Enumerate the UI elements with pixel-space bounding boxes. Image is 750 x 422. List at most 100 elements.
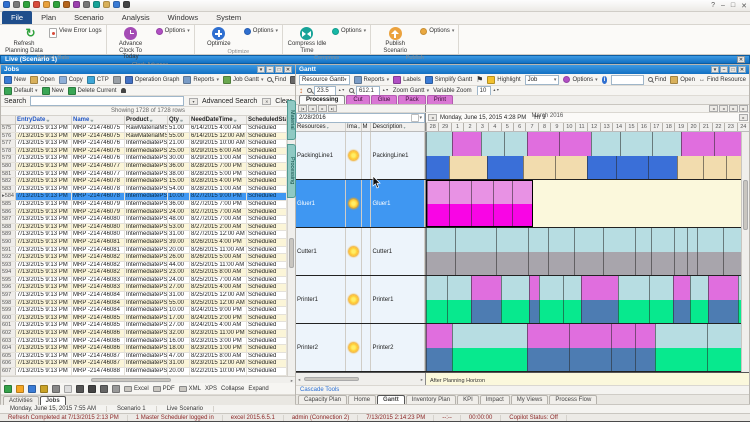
default-button[interactable]: Default ▾ xyxy=(4,86,38,95)
jobs-horizontal-scrollbar[interactable]: ◂ ▸ xyxy=(1,376,295,383)
info-icon[interactable]: i xyxy=(601,75,608,84)
table-row[interactable]: 591 7/13/2015 9:13 PM MRP -214746081 Interm… xyxy=(1,246,287,255)
table-row[interactable]: 578 7/13/2015 9:13 PM MRP -214746076 Interm… xyxy=(1,147,287,156)
gantt-bar-segment[interactable] xyxy=(452,324,527,348)
refresh-icon[interactable] xyxy=(53,1,60,8)
tab-jobs[interactable]: Jobs xyxy=(39,396,66,405)
bottom-tab-kpi[interactable]: KPI xyxy=(457,395,479,404)
table-row[interactable]: 602 7/13/2015 9:13 PM MRP -214746086 Interm… xyxy=(1,330,287,338)
gantt-bar-segment[interactable] xyxy=(426,228,455,252)
table-row[interactable]: 605 7/13/2015 9:13 PM MRP -214746087 Interm… xyxy=(1,352,287,361)
table-row[interactable]: 585 7/13/2015 9:13 PM MRP -214746079 Interm… xyxy=(1,200,287,209)
bottom-tab-capacity-plan[interactable]: Capacity Plan xyxy=(298,395,348,404)
dock-tab-material[interactable]: Material xyxy=(287,100,296,140)
first-page-icon[interactable]: |◂ xyxy=(298,105,307,112)
gantt-bar-segment[interactable] xyxy=(654,347,707,371)
clock-back-icon[interactable]: ◂ xyxy=(428,114,437,121)
gantt-bar-segment[interactable] xyxy=(573,251,603,275)
maximize-icon[interactable]: □ xyxy=(275,66,283,73)
table-row[interactable]: 599 7/13/2015 9:13 PM MRP -214746084 Interm… xyxy=(1,307,287,315)
gantt-tab-cut[interactable]: Cut xyxy=(346,95,370,104)
new-button[interactable]: New xyxy=(4,75,26,84)
calendar-icon[interactable] xyxy=(411,113,420,122)
publish-scenario-button[interactable]: Publish Scenario xyxy=(375,26,415,54)
table-row[interactable]: 604 7/13/2015 9:13 PM MRP -214746086 Interm… xyxy=(1,345,287,353)
table-row[interactable]: 594 7/13/2015 9:13 PM MRP -214746082 Interm… xyxy=(1,269,287,277)
scroll-far-right-icon[interactable]: ▸ xyxy=(739,105,748,112)
bottom-tab-process-flow[interactable]: Process Flow xyxy=(549,395,598,404)
chart-icon[interactable] xyxy=(113,1,120,8)
table-row[interactable]: ▸584 7/13/2015 9:13 PM MRP -214746078 Inter… xyxy=(1,193,287,201)
copy-button[interactable]: Copy xyxy=(58,75,83,84)
job-gantt-button[interactable]: Job Gantt ▾ xyxy=(222,75,263,84)
flag-icon[interactable]: ⚑ xyxy=(476,75,483,84)
resource-row-printer2[interactable]: Printer2 Printer2 xyxy=(296,324,749,372)
export-toolbar-icon[interactable] xyxy=(88,384,96,393)
table-row[interactable]: 596 7/13/2015 9:13 PM MRP -214746083 Interm… xyxy=(1,284,287,293)
gantt-bar-segment[interactable] xyxy=(426,276,447,300)
gantt-bar-segment[interactable] xyxy=(580,299,619,323)
table-row[interactable]: 580 7/13/2015 9:13 PM MRP -214746077 Interm… xyxy=(1,162,287,171)
options-button[interactable]: Options ▾ xyxy=(420,26,454,54)
bottom-tab-home[interactable]: Home xyxy=(348,395,377,404)
gantt-bar-segment[interactable] xyxy=(470,299,502,323)
gear-icon[interactable] xyxy=(83,1,90,8)
gantt-bar-segment[interactable] xyxy=(426,132,452,156)
scroll-right-icon[interactable]: ▸ xyxy=(729,105,738,112)
last-page-icon[interactable]: ▸| xyxy=(328,105,337,112)
gantt-bar-segment[interactable] xyxy=(677,155,704,179)
expand-button[interactable]: Expand xyxy=(248,386,268,392)
export-toolbar-icon[interactable] xyxy=(40,384,48,393)
scroll-left-icon[interactable]: ◂ xyxy=(719,105,728,112)
collapse-button[interactable]: Collapse xyxy=(221,386,244,392)
table-row[interactable]: 600 7/13/2015 9:13 PM MRP -214746085 Interm… xyxy=(1,314,287,323)
gantt-bar-segment[interactable] xyxy=(687,251,698,275)
gantt-bar-segment[interactable] xyxy=(487,155,523,179)
restore-icon[interactable]: □ xyxy=(731,2,735,10)
gantt-bar-segment[interactable] xyxy=(512,181,532,204)
pdf-button[interactable]: PDF xyxy=(152,385,175,392)
gantt-column-ima[interactable]: Ima ▾ xyxy=(346,123,362,131)
view-error-logs-button[interactable]: View Error Logs xyxy=(49,26,102,54)
highlight-selector[interactable]: Job ▾ xyxy=(524,74,560,85)
help-icon[interactable]: ? xyxy=(711,2,715,10)
table-row[interactable]: 586 7/13/2015 9:13 PM MRP -214746079 Interm… xyxy=(1,208,287,217)
gantt-bar-segment[interactable] xyxy=(493,203,513,226)
table-row[interactable]: 607 7/13/2015 9:13 PM MRP -214746088 Interm… xyxy=(1,368,287,376)
gantt-bar-segment[interactable] xyxy=(446,299,471,323)
column-header-product[interactable]: Product ▾▾ xyxy=(125,116,168,124)
gantt-bar-segment[interactable] xyxy=(563,276,581,300)
select-all-button[interactable]: Select All xyxy=(290,75,295,84)
column-header-needdatetime[interactable]: NeedDateTime ▾▾ xyxy=(190,116,247,124)
gantt-tab-glue[interactable]: Glue xyxy=(370,95,398,104)
advance-clock-to-today-button[interactable]: Advance Clock To Today xyxy=(111,26,151,61)
gantt-bar-segment[interactable] xyxy=(707,299,739,323)
export-toolbar-icon[interactable] xyxy=(4,384,12,393)
gantt-bar-segment[interactable] xyxy=(526,324,569,348)
bottom-tab-impact[interactable]: Impact xyxy=(479,395,510,404)
gantt-bar-segment[interactable] xyxy=(648,276,673,300)
gantt-bar-segment[interactable] xyxy=(448,155,488,179)
gantt-bar-segment[interactable] xyxy=(580,276,619,300)
gantt-bar-segment[interactable] xyxy=(558,132,592,156)
resource-row-printer1[interactable]: Printer1 Printer1 xyxy=(296,276,749,324)
find-button[interactable]: Find xyxy=(647,77,666,83)
zoom-gantt-button[interactable]: Zoom Gantt ▾ xyxy=(393,88,429,94)
table-row[interactable]: 577 7/13/2015 9:13 PM MRP -214746076 Interm… xyxy=(1,140,287,148)
search-input[interactable] xyxy=(30,96,184,106)
gantt-bar-segment[interactable] xyxy=(522,155,555,179)
open-button[interactable]: Open xyxy=(670,75,695,84)
column-header-qty[interactable]: Qty ▾▾ xyxy=(168,116,190,124)
gantt-bar-segment[interactable] xyxy=(528,299,540,323)
open-button[interactable]: Open xyxy=(30,75,55,84)
xps-button[interactable]: XPS xyxy=(205,386,217,392)
gantt-bar-segment[interactable] xyxy=(554,155,587,179)
refresh-planning-data-button[interactable]: Refresh Planning Data xyxy=(4,26,44,54)
menu-tab-scenario[interactable]: Scenario xyxy=(65,11,113,24)
gantt-bar-segment[interactable] xyxy=(426,324,453,348)
gantt-bar-segment[interactable] xyxy=(501,299,529,323)
gantt-column-resources[interactable]: Resources ▾ xyxy=(296,123,346,131)
cascade-tools-label[interactable]: Cascade Tools xyxy=(300,387,339,393)
gantt-bar-segment[interactable] xyxy=(616,155,649,179)
reports-button[interactable]: Reports ▾ xyxy=(183,75,219,84)
